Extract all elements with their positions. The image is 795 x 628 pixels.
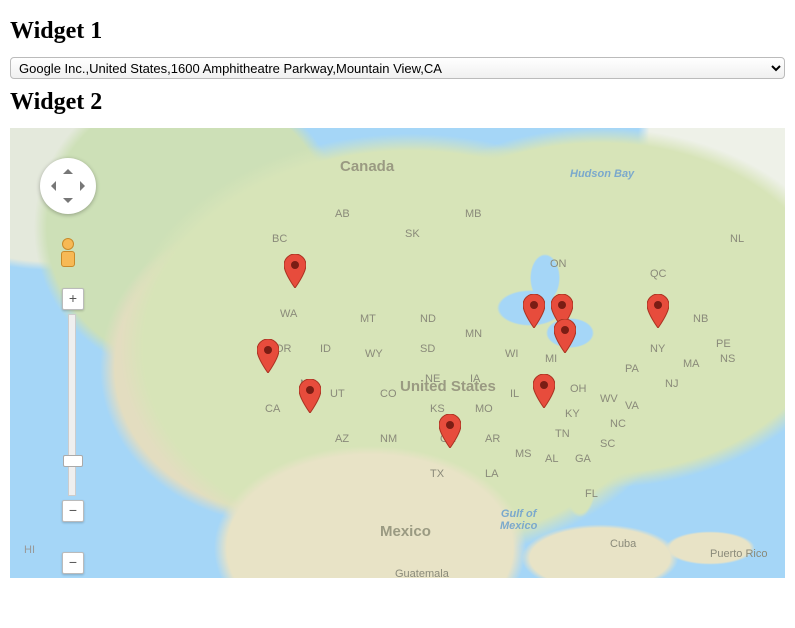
map-marker-icon[interactable] bbox=[257, 339, 279, 373]
widget1-title: Widget 1 bbox=[10, 18, 785, 45]
zoom-track[interactable] bbox=[68, 314, 76, 496]
widget2-title: Widget 2 bbox=[10, 89, 785, 116]
zoom-control: + − − bbox=[62, 288, 82, 574]
map-marker-icon[interactable] bbox=[647, 294, 669, 328]
map-marker-icon[interactable] bbox=[533, 374, 555, 408]
zoom-out-button[interactable]: − bbox=[62, 500, 84, 522]
zoom-out-full-button[interactable]: − bbox=[62, 552, 84, 574]
address-select[interactable]: Google Inc.,United States,1600 Amphithea… bbox=[10, 57, 785, 79]
address-select-wrap: Google Inc.,United States,1600 Amphithea… bbox=[10, 57, 785, 79]
zoom-handle[interactable] bbox=[63, 455, 83, 467]
pan-control bbox=[40, 158, 96, 214]
map[interactable]: Canada United States Mexico Hudson Bay G… bbox=[10, 128, 785, 578]
map-marker-icon[interactable] bbox=[523, 294, 545, 328]
pan-left-icon[interactable] bbox=[46, 181, 56, 191]
map-marker-icon[interactable] bbox=[554, 319, 576, 353]
map-marker-icon[interactable] bbox=[299, 379, 321, 413]
pan-down-icon[interactable] bbox=[63, 198, 73, 208]
zoom-in-button[interactable]: + bbox=[62, 288, 84, 310]
streetview-pegman-icon[interactable] bbox=[59, 238, 77, 268]
pan-right-icon[interactable] bbox=[80, 181, 90, 191]
map-lakes bbox=[10, 128, 785, 578]
label-hi: HI bbox=[24, 544, 35, 556]
map-marker-icon[interactable] bbox=[439, 414, 461, 448]
map-marker-icon[interactable] bbox=[284, 254, 306, 288]
pan-up-icon[interactable] bbox=[63, 164, 73, 174]
